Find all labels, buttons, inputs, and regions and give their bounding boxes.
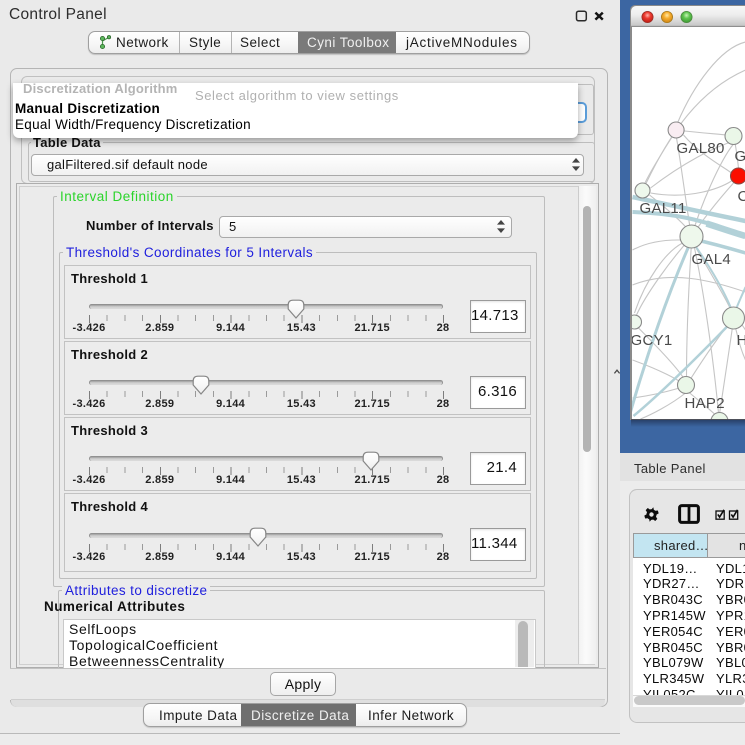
svg-text:GAL4: GAL4 <box>691 251 731 268</box>
svg-text:C: C <box>737 188 745 205</box>
svg-text:GCY1: GCY1 <box>632 332 673 349</box>
svg-text:H: H <box>736 332 745 349</box>
svg-text:HAP2: HAP2 <box>684 395 724 412</box>
svg-text:GAL80: GAL80 <box>676 140 724 157</box>
svg-text:GA: GA <box>734 148 745 165</box>
svg-text:GAL11: GAL11 <box>639 200 686 217</box>
